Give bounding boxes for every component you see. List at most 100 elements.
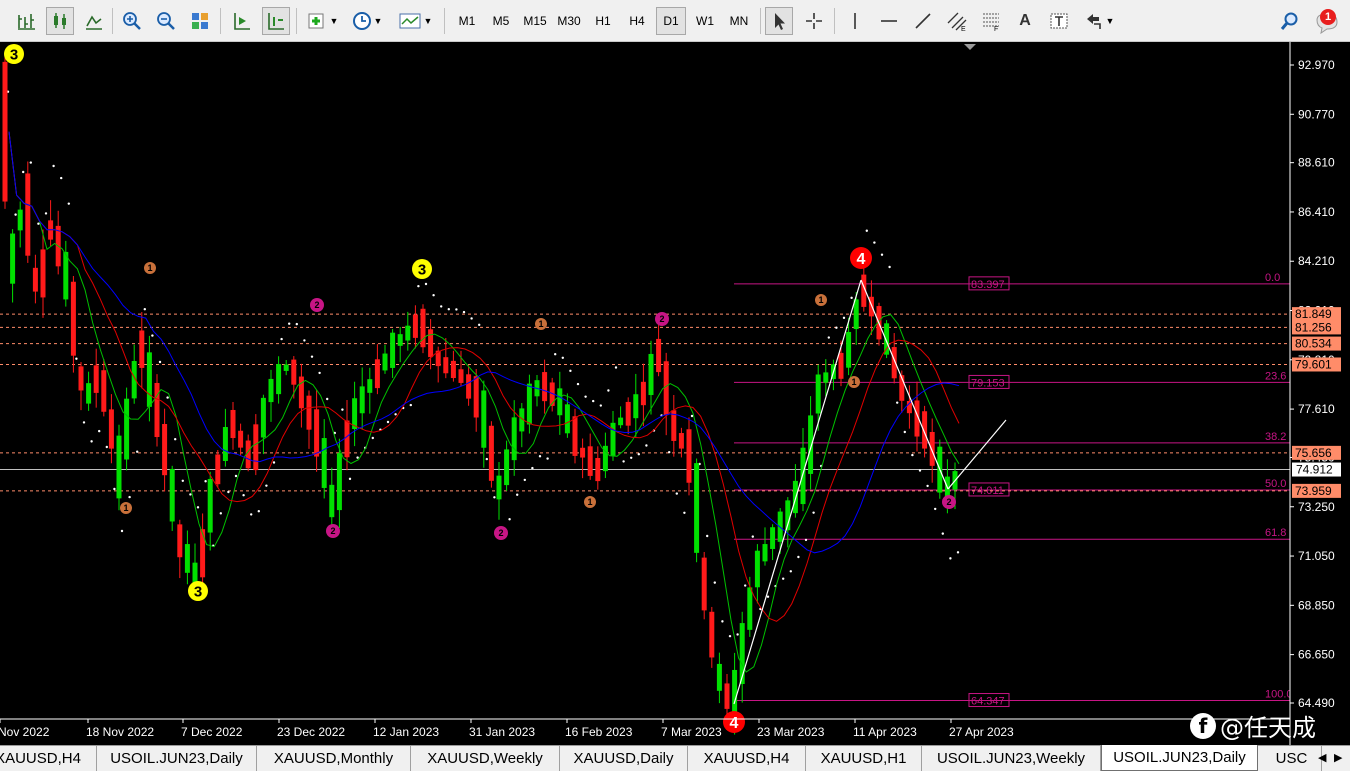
templates-icon[interactable]: ▼ (394, 7, 436, 35)
add-indicator-icon[interactable]: ▼ (304, 7, 340, 35)
candle-body[interactable] (580, 447, 586, 458)
vertical-line-icon[interactable] (841, 7, 869, 35)
candle-body[interactable] (450, 360, 456, 379)
timeframe-mn[interactable]: MN (724, 7, 754, 35)
candle-body[interactable] (428, 329, 434, 358)
timeframe-h4[interactable]: H4 (622, 7, 652, 35)
candle-body[interactable] (587, 446, 593, 476)
candle-body[interactable] (496, 475, 502, 500)
candle-body[interactable] (443, 357, 449, 374)
candle-body[interactable] (184, 544, 190, 573)
candle-body[interactable] (253, 424, 259, 471)
candle-body[interactable] (10, 233, 16, 284)
fibonacci-icon[interactable]: F (977, 7, 1005, 35)
candle-body[interactable] (405, 325, 411, 341)
candle-body[interactable] (823, 372, 829, 383)
candle-body[interactable] (808, 415, 814, 474)
candle-body[interactable] (93, 365, 99, 393)
horizontal-line-icon[interactable] (875, 7, 903, 35)
candle-body[interactable] (124, 398, 130, 460)
candle-body[interactable] (754, 550, 760, 588)
candle-body[interactable] (283, 364, 289, 371)
candle-body[interactable] (618, 417, 624, 426)
autoscroll-icon[interactable] (228, 7, 256, 35)
candle-body[interactable] (633, 394, 639, 419)
candle-body[interactable] (701, 557, 707, 611)
candle-body[interactable] (656, 338, 662, 373)
candle-body[interactable] (663, 361, 669, 416)
candle-body[interactable] (466, 374, 472, 399)
candle-body[interactable] (542, 372, 548, 402)
candle-body[interactable] (929, 431, 935, 466)
chart-tab[interactable]: XAUUSD,H4 (688, 746, 806, 771)
candle-body[interactable] (458, 369, 464, 383)
candle-body[interactable] (86, 383, 92, 404)
candle-body[interactable] (412, 314, 418, 338)
candle-body[interactable] (344, 420, 350, 458)
candle-body[interactable] (716, 663, 722, 691)
candle-body[interactable] (17, 209, 23, 231)
candle-body[interactable] (640, 381, 646, 406)
candle-body[interactable] (359, 386, 365, 414)
candle-body[interactable] (200, 529, 206, 578)
candle-body[interactable] (815, 374, 821, 414)
candle-body[interactable] (420, 308, 426, 348)
cursor-icon[interactable] (765, 7, 793, 35)
candle-body[interactable] (329, 484, 335, 518)
candle-body[interactable] (762, 544, 768, 562)
candle-body[interactable] (207, 478, 213, 533)
candle-body[interactable] (260, 397, 266, 438)
zoom-in-icon[interactable] (118, 7, 146, 35)
candle-body[interactable] (564, 404, 570, 434)
candle-body[interactable] (648, 353, 654, 396)
crosshair-icon[interactable] (800, 7, 828, 35)
candle-body[interactable] (625, 401, 631, 426)
candle-body[interactable] (78, 366, 84, 391)
chart-tab[interactable]: XAUUSD,H4 (0, 746, 97, 771)
chart-tab[interactable]: USC (1262, 746, 1322, 771)
candle-body[interactable] (488, 425, 494, 481)
candle-body[interactable] (686, 429, 692, 483)
timeframe-h1[interactable]: H1 (588, 7, 618, 35)
zoom-out-icon[interactable] (152, 7, 180, 35)
search-icon[interactable] (1276, 7, 1304, 35)
candle-body[interactable] (595, 458, 601, 482)
candle-body[interactable] (709, 611, 715, 658)
candle-body[interactable] (321, 438, 327, 488)
candle-body[interactable] (884, 323, 890, 355)
candle-body[interactable] (139, 330, 145, 368)
candle-body[interactable] (230, 409, 236, 439)
price-chart[interactable]: 0.083.39723.679.15338.250.074.01161.8100… (0, 42, 1350, 745)
equidistant-channel-icon[interactable]: E (943, 7, 971, 35)
candle-body[interactable] (390, 332, 396, 368)
candle-body[interactable] (481, 390, 487, 448)
chart-tab[interactable]: USOIL.JUN23,Daily (1101, 745, 1258, 771)
candle-body[interactable] (382, 353, 388, 371)
candle-body[interactable] (367, 379, 373, 393)
line-chart-icon[interactable] (80, 7, 108, 35)
chart-tab[interactable]: XAUUSD,Daily (560, 746, 688, 771)
chart-tab[interactable]: XAUUSD,Weekly (411, 746, 560, 771)
candle-body[interactable] (694, 463, 700, 553)
candle-body[interactable] (25, 173, 31, 256)
candle-body[interactable] (473, 376, 479, 418)
candle-body[interactable] (770, 527, 776, 549)
candle-body[interactable] (678, 433, 684, 449)
candle-body[interactable] (557, 388, 563, 416)
candle-body[interactable] (291, 359, 297, 385)
candle-body[interactable] (336, 453, 342, 511)
trendline-icon[interactable] (909, 7, 937, 35)
candle-body[interactable] (306, 395, 312, 430)
text-icon[interactable]: A (1011, 7, 1039, 35)
candle-body[interactable] (238, 430, 244, 448)
tabs-scroll-right-icon[interactable]: ▶ (1334, 751, 1342, 764)
chart-tab[interactable]: XAUUSD,H1 (806, 746, 922, 771)
text-label-icon[interactable] (1045, 7, 1073, 35)
candle-body[interactable] (397, 334, 403, 346)
candle-body[interactable] (101, 370, 107, 412)
candle-body[interactable] (162, 424, 168, 476)
candle-body[interactable] (63, 251, 69, 300)
timeframe-w1[interactable]: W1 (690, 7, 720, 35)
candle-body[interactable] (154, 382, 160, 438)
chart-tab[interactable]: USOIL.JUN23,Daily (97, 746, 257, 771)
